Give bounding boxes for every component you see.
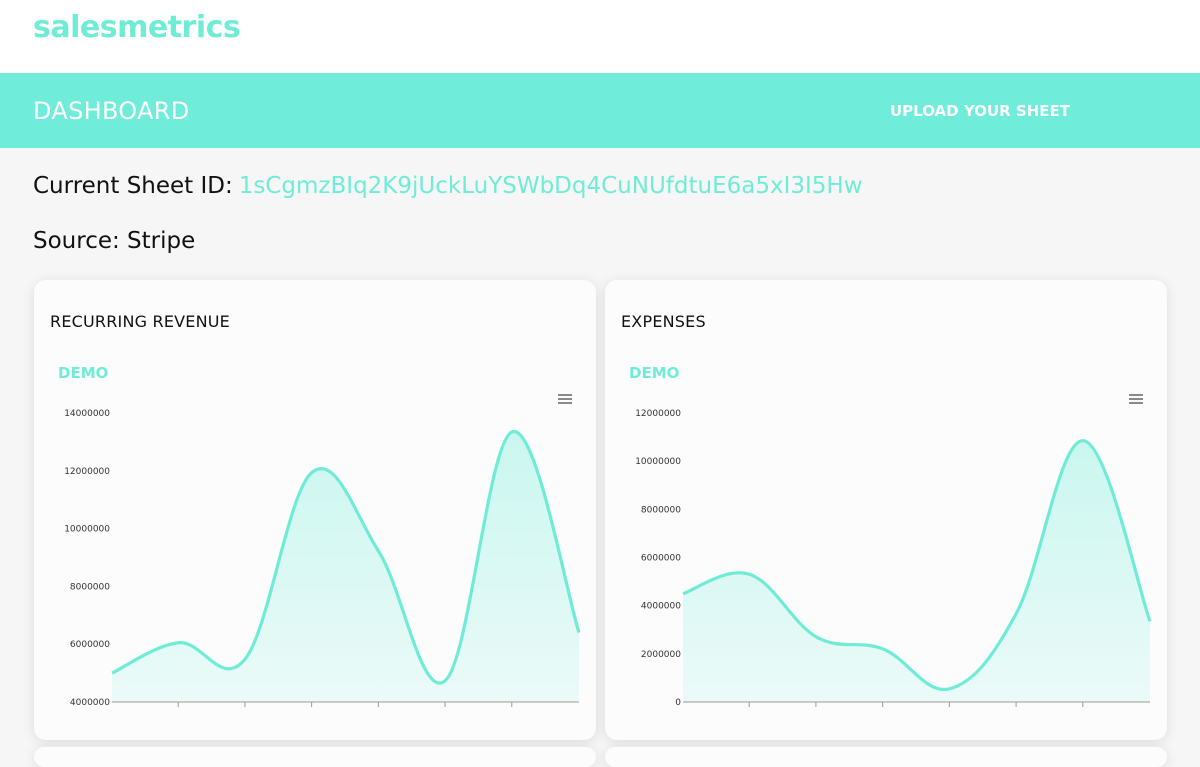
area-fill: [112, 431, 579, 702]
upload-sheet-link[interactable]: UPLOAD YOUR SHEET: [890, 102, 1070, 120]
data-point: [178, 642, 180, 644]
y-tick-label: 2000000: [641, 650, 681, 660]
card-subtitle: DEMO: [58, 364, 109, 382]
data-point: [882, 648, 884, 650]
y-tick-label: 14000000: [64, 409, 110, 419]
y-tick-label: 0: [675, 698, 681, 708]
data-point: [111, 672, 113, 674]
y-tick-label: 4000000: [70, 698, 110, 708]
data-point: [1082, 440, 1084, 442]
y-tick-label: 10000000: [635, 457, 681, 467]
current-sheet-line: Current Sheet ID: 1sCgmzBIq2K9jUckLuYSWbD…: [33, 173, 863, 199]
data-point: [445, 679, 447, 681]
expenses-card: 12000000 10000000 8000000 6000000 4000000 200…: [605, 280, 1167, 740]
y-tick-label: 6000000: [641, 554, 681, 564]
data-point: [244, 658, 246, 660]
data-point: [578, 632, 580, 634]
data-point: [749, 573, 751, 575]
card-subtitle: DEMO: [629, 364, 680, 382]
data-point: [378, 551, 380, 553]
expenses-chart: 12000000 10000000 8000000 6000000 4000000 200…: [635, 409, 1152, 708]
hamburger-menu-icon[interactable]: [1129, 394, 1143, 405]
brand-logo[interactable]: salesmetrics: [33, 10, 241, 45]
data-point: [949, 688, 951, 690]
y-tick-label: 4000000: [641, 602, 681, 612]
data-point: [1149, 620, 1151, 622]
y-tick-label: 8000000: [70, 582, 110, 592]
data-point: [1016, 612, 1018, 614]
data-point: [682, 593, 684, 595]
y-tick-label: 8000000: [641, 505, 681, 515]
data-point: [815, 636, 817, 638]
top-bar: salesmetrics: [0, 0, 1200, 73]
nav-bar: DASHBOARD UPLOAD YOUR SHEET: [0, 73, 1200, 148]
sheet-id-link[interactable]: 1sCgmzBIq2K9jUckLuYSWbDq4CuNUfdtuE6a5xI3…: [239, 173, 863, 199]
source-label: Source: Stripe: [33, 228, 196, 254]
next-card-edge: [34, 747, 596, 767]
nav-dashboard-link[interactable]: DASHBOARD: [33, 97, 190, 125]
data-point: [311, 471, 313, 473]
card-title: EXPENSES: [621, 312, 706, 331]
hamburger-menu-icon[interactable]: [558, 394, 572, 405]
y-tick-label: 12000000: [635, 409, 681, 419]
y-tick-label: 6000000: [70, 640, 110, 650]
y-tick-label: 12000000: [64, 467, 110, 477]
y-tick-label: 10000000: [64, 525, 110, 535]
data-point: [511, 431, 513, 433]
next-card-edge: [605, 747, 1167, 767]
card-title: RECURRING REVENUE: [50, 312, 230, 331]
current-sheet-label: Current Sheet ID:: [33, 173, 233, 199]
recurring-revenue-card: 14000000 12000000 10000000 8000000 6000000 40…: [34, 280, 596, 740]
area-fill: [683, 440, 1150, 702]
recurring-revenue-chart: 14000000 12000000 10000000 8000000 6000000 40…: [64, 409, 581, 708]
